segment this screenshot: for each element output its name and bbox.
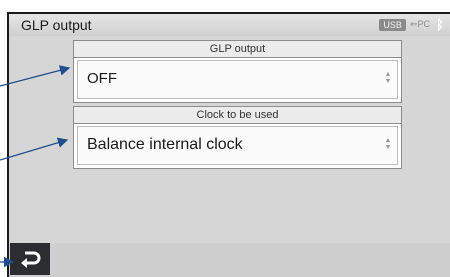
callout-arrow-glp <box>0 65 71 87</box>
callout-arrows <box>0 65 71 268</box>
callout-arrow-clock <box>0 137 69 161</box>
